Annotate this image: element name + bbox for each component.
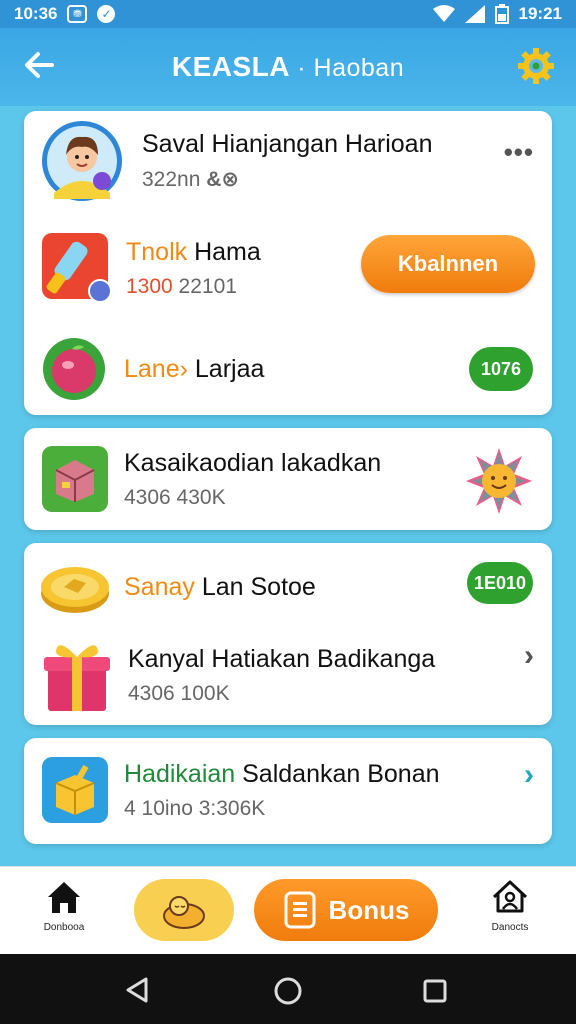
- page-title: KEASLA · Haoban: [172, 51, 404, 83]
- notification-icon: ⛃: [67, 5, 88, 23]
- box-icon: [42, 446, 108, 512]
- nav-home[interactable]: Donbooa: [24, 877, 104, 933]
- gift-icon-wrap: [44, 637, 110, 713]
- coin-icon: [41, 567, 109, 613]
- profile-title: Saval Hianjangan Harioan: [142, 130, 433, 158]
- task-2-badge[interactable]: 1076: [469, 347, 533, 391]
- gift-box-card[interactable]: Kasaikaodian lakadkan 4306 430K: [24, 428, 552, 530]
- bonus-row: Hadikaian Saldankan Bonan 4 10ino 3:306K: [24, 756, 552, 824]
- coins-badge[interactable]: 1E010: [467, 562, 533, 604]
- more-options-button[interactable]: •••: [504, 137, 534, 168]
- sun-icon: [466, 448, 532, 514]
- bonus-button-label: Bonus: [328, 894, 410, 925]
- coins-title: Sanay Lan Sotoe: [124, 572, 316, 601]
- paint-brush-icon: [42, 233, 112, 303]
- task-1-title: Tnolk Hama: [126, 237, 261, 266]
- bonus-subtitle: 4 10ino 3:306K: [124, 796, 266, 820]
- treasure-box-icon: [42, 757, 108, 823]
- arrow-left-icon: [25, 52, 54, 78]
- coin-icon-wrap: [40, 557, 110, 617]
- settings-button[interactable]: [516, 46, 556, 86]
- nav-pet-button[interactable]: [134, 879, 234, 941]
- task-1-value: 1300 22101: [126, 274, 237, 298]
- bonus-card[interactable]: Hadikaian Saldankan Bonan 4 10ino 3:306K…: [24, 738, 552, 844]
- bottom-navigation: Donbooa Bonus Danocts: [0, 866, 576, 954]
- nav-profile-label: Danocts: [491, 922, 529, 933]
- app-title-main: KEASLA: [171, 51, 289, 82]
- chevron-right-icon[interactable]: ›: [524, 639, 534, 673]
- gift-box-subtitle: 4306 430K: [124, 485, 226, 509]
- bonus-icon-wrap: [42, 757, 108, 823]
- claim-button[interactable]: Kbalnnen: [361, 235, 535, 293]
- signal-icon: [464, 5, 485, 23]
- avatar-icon: [42, 121, 122, 201]
- nav-profile[interactable]: Danocts: [470, 877, 550, 933]
- house-person-icon: [492, 880, 528, 913]
- app-bar: KEASLA · Haoban: [0, 28, 576, 106]
- status-bar: 10:36 ⛃ ✓ 19:21: [0, 0, 576, 28]
- system-navigation-bar: [0, 954, 576, 1024]
- coins-card: Sanay Lan Sotoe 1E010 Kanyal Hatiakan Ba…: [24, 543, 552, 725]
- gear-icon: [518, 48, 554, 84]
- avatar: [40, 119, 124, 203]
- task-2-title: Lanе› Larjaa: [124, 354, 265, 383]
- chevron-right-icon[interactable]: ›: [524, 758, 534, 792]
- gift-reward-subtitle: 4306 100K: [128, 681, 230, 705]
- fruit-icon: [43, 338, 105, 400]
- bonus-button[interactable]: Bonus: [254, 879, 438, 941]
- document-icon: [284, 891, 316, 929]
- check-icon: ✓: [97, 5, 116, 23]
- gift-reward-title: Kanyal Hatiakan Badikanga: [128, 644, 436, 673]
- sleeping-pet-icon: [163, 896, 205, 929]
- sun-icon-wrap: [464, 446, 534, 516]
- app-title-sub: · Haoban: [297, 54, 405, 82]
- nav-home-label: Donbooa: [43, 922, 85, 933]
- back-button[interactable]: [22, 48, 58, 84]
- battery-text: 19:21: [518, 4, 562, 23]
- task-app-icon: [42, 233, 112, 303]
- recents-square-icon[interactable]: [422, 978, 448, 1004]
- profile-row: Saval Hianjangan Harioan 322nn &⊗: [24, 119, 552, 203]
- gift-reward-row[interactable]: Kanyal Hatiakan Badikanga 4306 100K: [24, 637, 552, 713]
- home-circle-icon[interactable]: [273, 976, 303, 1006]
- daily-task-card: Saval Hianjangan Harioan 322nn &⊗ ••• Tn…: [24, 111, 552, 415]
- gift-box-title: Kasaikaodian lakadkan: [124, 448, 382, 477]
- back-triangle-icon[interactable]: [124, 976, 150, 1004]
- wifi-icon: [432, 5, 455, 22]
- profile-subtitle: 322nn &⊗: [142, 168, 240, 191]
- gift-icon: [44, 645, 110, 711]
- bonus-title: Hadikaian Saldankan Bonan: [124, 759, 440, 788]
- task-2-icon-wrap: [42, 337, 106, 401]
- battery-icon: [494, 4, 509, 24]
- link-icon: &⊗: [206, 168, 240, 191]
- home-icon: [48, 882, 80, 913]
- gift-box-icon-wrap: [42, 446, 108, 512]
- clock: 10:36: [14, 4, 58, 23]
